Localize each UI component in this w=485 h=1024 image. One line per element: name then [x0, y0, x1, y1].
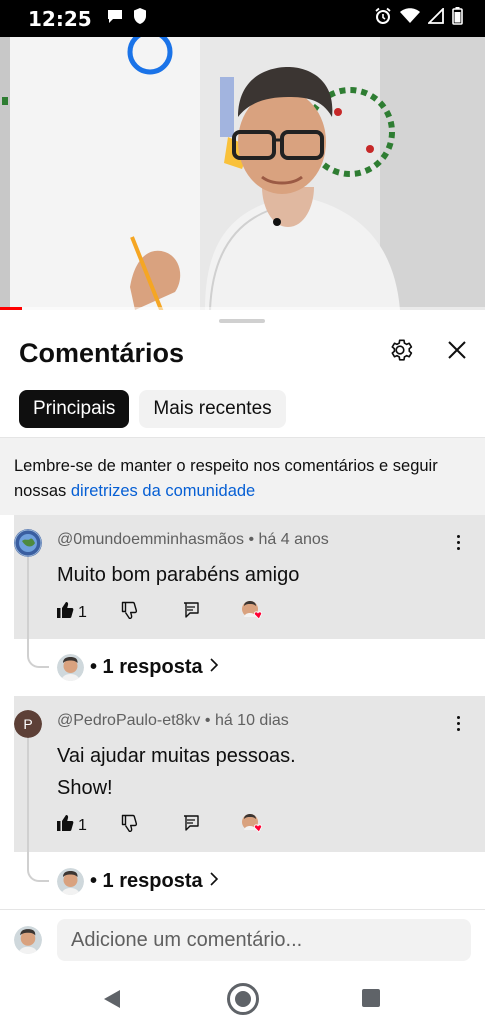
comment: P @PedroPaulo-et8kv • há 10 dias Vai aju…: [14, 696, 485, 852]
more-options-button[interactable]: [451, 712, 465, 734]
avatar-letter: P: [23, 716, 32, 732]
settings-button[interactable]: [384, 336, 416, 368]
status-bar: 12:25: [0, 0, 485, 37]
recents-button[interactable]: [361, 988, 381, 1013]
reply-icon: [182, 601, 200, 624]
comment-text-line: Vai ajudar muitas pessoas.: [57, 745, 296, 767]
add-comment-input[interactable]: [57, 919, 471, 961]
creator-heart-badge: [241, 813, 265, 838]
comment-meta: @PedroPaulo-et8kv • há 10 dias: [57, 712, 289, 729]
back-button[interactable]: [103, 989, 121, 1014]
comments-sheet: Comentários Principais Mais recentes Lem…: [0, 310, 485, 975]
replies-label: • 1 resposta: [90, 870, 203, 892]
more-options-button[interactable]: [451, 531, 465, 553]
close-button[interactable]: [441, 336, 473, 368]
comment-meta: @0mundoemminhasmãos • há 4 anos: [57, 531, 329, 548]
comment-text: Vai ajudar muitas pessoas. Show!: [57, 740, 457, 804]
reply-button[interactable]: [182, 601, 200, 624]
comment-author[interactable]: @0mundoemminhasmãos: [57, 531, 244, 548]
like-button[interactable]: 1: [56, 814, 87, 837]
wifi-icon: [400, 8, 420, 29]
gear-icon: [387, 337, 413, 368]
recents-square-icon: [361, 989, 381, 1012]
avatar[interactable]: P: [14, 710, 42, 738]
like-count: 1: [78, 603, 87, 621]
reply-icon: [182, 814, 200, 837]
signal-icon: [426, 6, 444, 29]
creator-heart-badge: [241, 600, 265, 625]
comment: @0mundoemminhasmãos • há 4 anos Muito bo…: [14, 515, 485, 639]
comment-author[interactable]: @PedroPaulo-et8kv: [57, 712, 200, 729]
back-triangle-icon: [103, 990, 121, 1013]
close-icon: [447, 340, 467, 365]
chip-principais[interactable]: Principais: [19, 390, 130, 428]
chip-mais-recentes[interactable]: Mais recentes: [139, 390, 286, 428]
comment-actions: 1: [56, 813, 265, 838]
chevron-right-icon: [209, 872, 219, 891]
drag-handle[interactable]: [219, 319, 265, 323]
alarm-icon: [374, 7, 392, 30]
video-player[interactable]: [0, 37, 485, 310]
thumbs-down-icon: [121, 601, 139, 624]
avatar[interactable]: [14, 529, 42, 557]
comment-text-line: Show!: [57, 777, 113, 799]
thread-line: [27, 557, 29, 639]
dislike-button[interactable]: [121, 601, 139, 624]
thumbs-up-icon: [56, 814, 74, 837]
avatar: [57, 868, 84, 895]
sort-chips: Principais Mais recentes: [19, 390, 286, 428]
reply-button[interactable]: [182, 814, 200, 837]
replies-button[interactable]: • 1 resposta: [57, 868, 219, 895]
home-circle-icon: [226, 983, 260, 1020]
thumbs-down-icon: [121, 814, 139, 837]
system-nav-bar: [0, 975, 485, 1024]
comment-actions: 1: [56, 600, 265, 625]
thumbs-up-icon: [56, 601, 74, 624]
add-comment-bar: [0, 909, 485, 975]
chat-notification-icon: [106, 8, 124, 29]
community-guidelines-link[interactable]: diretrizes da comunidade: [71, 482, 255, 500]
comment-time: há 4 anos: [258, 531, 329, 548]
chevron-right-icon: [209, 658, 219, 677]
creator-heart-icon: [241, 813, 265, 838]
avatar: [57, 654, 84, 681]
comment-text: Muito bom parabéns amigo: [57, 564, 300, 586]
replies-label: • 1 resposta: [90, 656, 203, 678]
sheet-title: Comentários: [19, 338, 185, 368]
community-notice: Lembre-se de manter o respeito nos comen…: [0, 438, 485, 515]
video-frame: [0, 37, 485, 310]
status-time: 12:25: [28, 6, 92, 31]
battery-icon: [452, 7, 463, 30]
creator-heart-icon: [241, 600, 265, 625]
shield-icon: [132, 7, 148, 30]
dislike-button[interactable]: [121, 814, 139, 837]
thread-line: [27, 738, 29, 852]
avatar: [14, 926, 42, 954]
thread-connector: [27, 639, 49, 668]
thread-connector: [27, 852, 49, 882]
comment-time: há 10 dias: [214, 712, 289, 729]
like-count: 1: [78, 816, 87, 834]
replies-button[interactable]: • 1 resposta: [57, 654, 219, 681]
like-button[interactable]: 1: [56, 601, 87, 624]
home-button[interactable]: [226, 982, 260, 1021]
